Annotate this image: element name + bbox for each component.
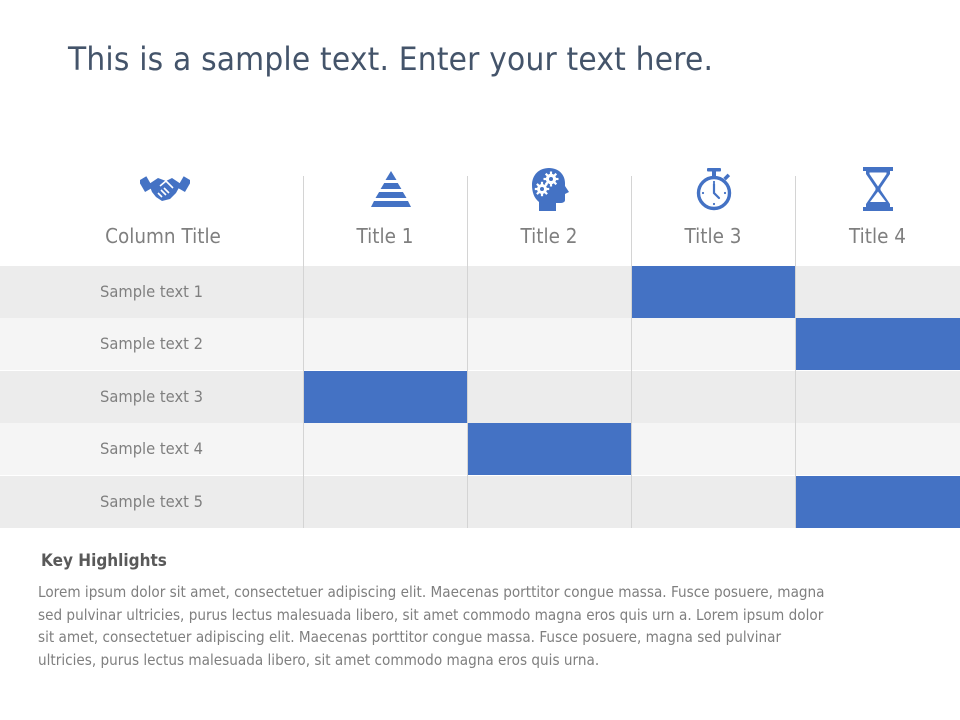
table-cell bbox=[796, 423, 960, 475]
column-header-title-3: Title 3 bbox=[684, 224, 742, 248]
table-cell bbox=[632, 476, 795, 528]
pyramid-icon bbox=[366, 164, 416, 214]
table-cell bbox=[468, 318, 631, 370]
table-row: Sample text 5 bbox=[0, 475, 960, 528]
table-row: Sample text 3 bbox=[0, 370, 960, 423]
key-highlights-heading: Key Highlights bbox=[41, 551, 167, 571]
highlighted-cell bbox=[468, 423, 631, 476]
highlights-line: Lorem ipsum dolor sit amet, consectetuer… bbox=[38, 583, 825, 601]
key-highlights-body: Lorem ipsum dolor sit amet, consectetuer… bbox=[38, 581, 881, 671]
row-label: Sample text 1 bbox=[100, 282, 203, 301]
column-divider bbox=[795, 176, 796, 528]
column-header-title-1: Title 1 bbox=[356, 224, 414, 248]
stopwatch-icon bbox=[689, 164, 739, 214]
table-cell bbox=[632, 423, 795, 475]
hourglass-icon bbox=[853, 164, 903, 214]
highlighted-cell bbox=[632, 266, 795, 318]
column-header-title-2: Title 2 bbox=[520, 224, 578, 248]
row-label: Sample text 5 bbox=[100, 491, 203, 511]
head-gears-icon bbox=[526, 164, 576, 214]
table-cell bbox=[796, 266, 960, 318]
column-header-title-4: Title 4 bbox=[848, 224, 906, 248]
highlighted-cell bbox=[796, 475, 960, 528]
highlights-line: ultricies, purus lectus malesuada libero… bbox=[38, 650, 600, 669]
table-cell bbox=[468, 476, 631, 528]
comparison-table: Sample text 1 Sample text 2 Sample text 3 S… bbox=[0, 160, 960, 528]
table-row: Sample text 4 bbox=[0, 423, 960, 476]
table-cell bbox=[304, 423, 467, 475]
table-cell bbox=[632, 371, 795, 423]
highlighted-cell bbox=[304, 370, 467, 423]
column-header-label: Column Title bbox=[105, 224, 221, 248]
table-cell bbox=[632, 318, 795, 370]
table-row: Sample text 1 bbox=[0, 266, 960, 318]
table-cell bbox=[304, 476, 467, 528]
highlights-line: sit amet, consectetuer adipiscing elit. … bbox=[38, 628, 782, 646]
table-cell bbox=[468, 266, 631, 318]
table-cell bbox=[468, 371, 631, 423]
slide-title: This is a sample text. Enter your text h… bbox=[68, 40, 714, 78]
highlights-line: sed pulvinar ultricies, purus lectus mal… bbox=[38, 605, 824, 624]
table-row: Sample text 2 bbox=[0, 318, 960, 371]
highlighted-cell bbox=[796, 318, 960, 371]
row-label: Sample text 3 bbox=[100, 386, 203, 406]
table-cell bbox=[304, 318, 467, 370]
row-label: Sample text 2 bbox=[100, 334, 203, 354]
column-divider bbox=[631, 176, 632, 528]
row-label: Sample text 4 bbox=[100, 439, 203, 459]
table-cell bbox=[796, 371, 960, 423]
table-cell bbox=[304, 266, 467, 318]
handshake-icon bbox=[140, 164, 190, 214]
column-divider bbox=[467, 176, 468, 528]
